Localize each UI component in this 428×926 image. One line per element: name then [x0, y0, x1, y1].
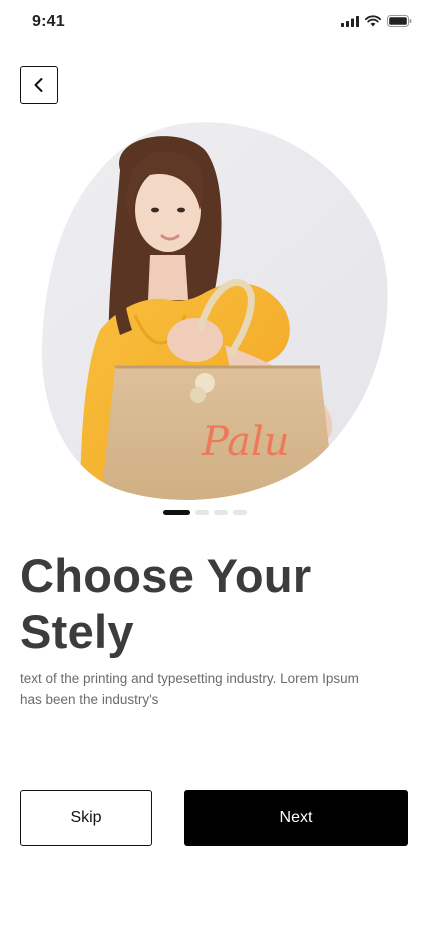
pager-dot[interactable]	[214, 510, 228, 515]
back-button[interactable]	[20, 66, 58, 104]
wifi-icon	[365, 15, 381, 27]
pager-dot[interactable]	[195, 510, 209, 515]
next-button[interactable]: Next	[184, 790, 408, 846]
hero-image: Palu	[0, 115, 428, 510]
status-time: 9:41	[32, 13, 65, 30]
pager-dot[interactable]	[233, 510, 247, 515]
skip-button[interactable]: Skip	[20, 790, 152, 846]
pagination-dots	[163, 510, 247, 515]
signal-icon	[341, 15, 359, 27]
bag-print-text: Palu	[201, 419, 290, 465]
battery-icon	[387, 15, 412, 27]
pager-dot-active[interactable]	[163, 510, 190, 515]
chevron-left-icon	[34, 78, 43, 92]
onboarding-title: Choose Your Stely	[20, 549, 312, 658]
onboarding-description: text of the printing and typesetting ind…	[20, 671, 359, 707]
status-icons	[341, 15, 412, 27]
status-bar: 9:41	[0, 0, 428, 44]
